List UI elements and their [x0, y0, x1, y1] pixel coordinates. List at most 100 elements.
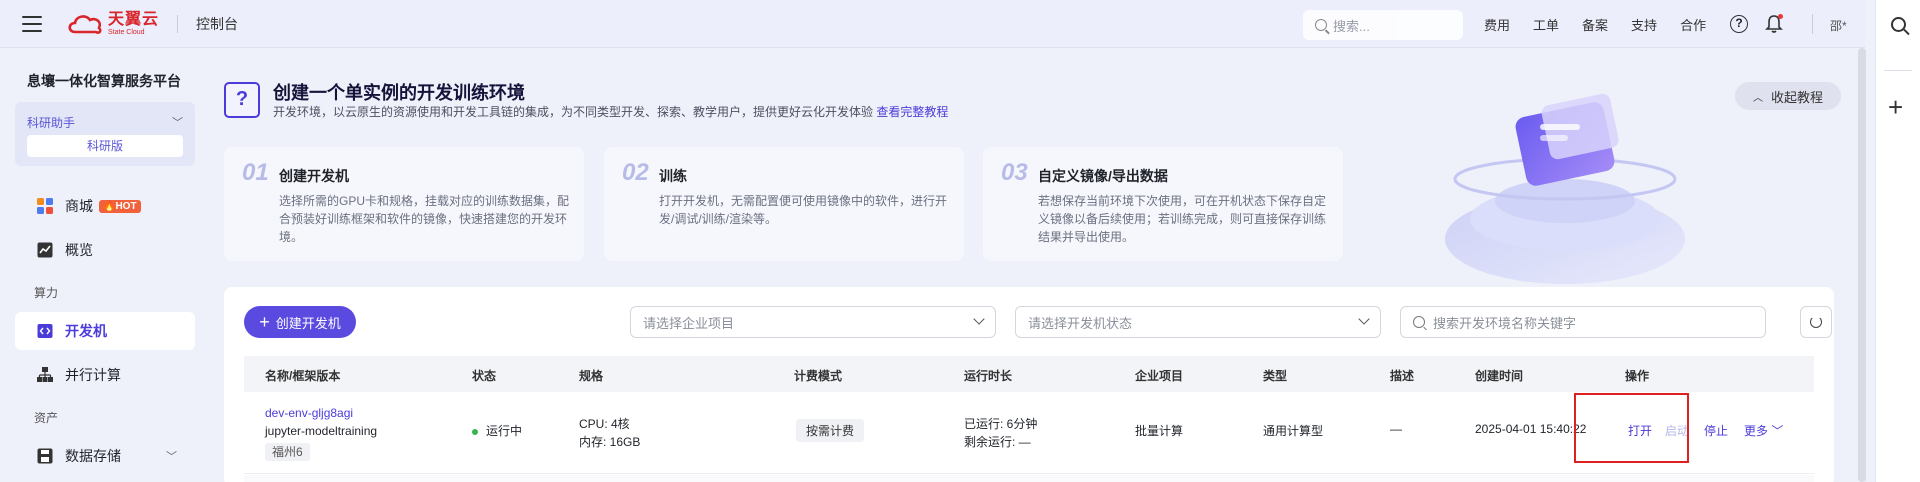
link-ticket[interactable]: 工单 [1533, 15, 1559, 34]
step-title: 自定义镜像/导出数据 [1038, 168, 1168, 184]
project-select[interactable]: 请选择企业项目 [630, 306, 996, 338]
brand-name-en: State Cloud [108, 28, 145, 36]
global-search-input[interactable]: 搜索... [1303, 10, 1463, 40]
top-links: 费用 工单 备案 支持 合作 [1484, 0, 1729, 48]
status-cell: 运行中 [472, 422, 522, 439]
tutorial-link[interactable]: 查看完整教程 [876, 105, 948, 119]
divider [177, 14, 179, 33]
open-button[interactable]: 打开 [1628, 422, 1652, 439]
right-rail: + [1875, 0, 1920, 482]
help-icon[interactable]: ? [1730, 15, 1748, 33]
column-header: 企业项目 [1135, 369, 1184, 383]
column-header: 状态 [472, 369, 497, 383]
sidebar-item-parallel-compute[interactable]: 并行计算 [15, 356, 195, 394]
store-icon [37, 198, 53, 214]
link-billing[interactable]: 费用 [1484, 15, 1510, 34]
divider [1884, 70, 1912, 71]
more-button[interactable]: 更多 ﹀ [1744, 422, 1783, 439]
chevron-down-icon: ﹀ [1771, 424, 1784, 438]
chart-icon [37, 242, 53, 258]
created-time-cell: 2025-04-01 15:40:22 [1475, 422, 1587, 436]
refresh-button[interactable] [1800, 306, 1832, 338]
code-icon [37, 324, 53, 338]
search-icon[interactable] [1891, 17, 1906, 32]
sidebar-item-data-storage[interactable]: 数据存储 ﹀ [15, 437, 195, 475]
table-row [244, 475, 1814, 482]
group-label-compute: 算力 [34, 286, 59, 300]
chevron-down-icon [973, 313, 985, 325]
divider [1812, 14, 1813, 34]
sidebar-item-label: 概览 [65, 242, 93, 258]
cluster-icon [37, 367, 53, 382]
status-select[interactable]: 请选择开发机状态 [1015, 306, 1381, 338]
sidebar-item-dev-machine[interactable]: 开发机 [15, 312, 195, 350]
cloud-logo-icon [68, 14, 102, 34]
link-partner[interactable]: 合作 [1680, 15, 1706, 34]
add-icon[interactable]: + [1888, 94, 1903, 120]
dev-machine-panel: + 创建开发机 请选择企业项目 请选择开发机状态 搜索开发环境名称关键字 名称/… [224, 287, 1834, 482]
project-cell: 批量计算 [1135, 424, 1184, 438]
step-title: 创建开发机 [279, 168, 349, 184]
step-number: 02 [622, 159, 649, 186]
step-description: 选择所需的GPU卡和规格，挂载对应的训练数据集，配合预装好训练框架和软件的镜像，… [279, 194, 570, 244]
sidebar-item-label: 商城 [65, 198, 93, 214]
assistant-selector[interactable]: 科研助手 ﹀ 科研版 [15, 102, 195, 166]
link-filing[interactable]: 备案 [1582, 15, 1608, 34]
platform-title: 息壤一体化智算服务平台 [27, 73, 181, 89]
stop-button[interactable]: 停止 [1704, 422, 1728, 439]
bell-icon[interactable] [1765, 14, 1783, 34]
hot-badge: 🔥HOT [99, 199, 141, 213]
search-placeholder: 搜索... [1333, 18, 1370, 34]
scrollbar[interactable] [1858, 48, 1866, 482]
chevron-up-icon: ︿ [1752, 92, 1763, 104]
billing-badge: 按需计费 [796, 419, 865, 442]
sidebar-item-overview[interactable]: 概览 [15, 231, 195, 269]
step-number: 03 [1001, 159, 1028, 186]
name-cell: dev-env-gljg8agi jupyter-modeltraining 福… [265, 404, 377, 461]
env-name-link[interactable]: dev-env-gljg8agi [265, 406, 353, 420]
hamburger-menu-icon[interactable] [22, 15, 42, 32]
sidebar-item-label: 数据存储 [65, 448, 121, 464]
sidebar-item-label: 开发机 [65, 323, 107, 339]
table-row: dev-env-gljg8agi jupyter-modeltraining 福… [244, 392, 1814, 474]
search-icon [1413, 316, 1425, 328]
group-label-assets: 资产 [34, 411, 59, 425]
search-icon [1315, 19, 1327, 31]
chevron-down-icon [1358, 313, 1370, 325]
link-support[interactable]: 支持 [1631, 15, 1657, 34]
step-card: 03 自定义镜像/导出数据 若想保存当前环境下次使用，可在开机状态下保存自定义镜… [983, 147, 1343, 261]
step-card: 02 训练 打开开发机，无需配置便可使用镜像中的软件，进行开发/调试/训练/渲染… [604, 147, 964, 261]
create-dev-machine-button[interactable]: + 创建开发机 [244, 306, 356, 338]
dev-environment-illustration-icon [1445, 93, 1685, 284]
column-header: 类型 [1263, 369, 1288, 383]
storage-icon [37, 448, 53, 464]
user-menu[interactable]: 邵* [1830, 17, 1847, 34]
spec-cell: CPU: 4核 内存: 16GB [579, 417, 641, 449]
sidebar-item-label: 并行计算 [65, 367, 121, 383]
table-header: 名称/框架版本 状态 规格 计费模式 运行时长 企业项目 类型 描述 创建时间 … [244, 356, 1814, 392]
sidebar: 息壤一体化智算服务平台 科研助手 ﹀ 科研版 商城 🔥HOT 概览 算力 开发机 [0, 49, 210, 482]
region-tag: 福州6 [265, 443, 310, 461]
step-title: 训练 [659, 168, 687, 184]
refresh-icon [1810, 316, 1822, 328]
brand-logo[interactable]: 天翼云 State Cloud [66, 11, 159, 36]
step-card: 01 创建开发机 选择所需的GPU卡和规格，挂载对应的训练数据集，配合预装好训练… [224, 147, 584, 261]
main-content: ? 创建一个单实例的开发训练环境 开发环境，以云原生的资源使用和开发工具链的集成… [210, 49, 1858, 482]
console-link[interactable]: 控制台 [196, 14, 238, 34]
column-header: 规格 [579, 369, 604, 383]
env-search-input[interactable]: 搜索开发环境名称关键字 [1400, 306, 1766, 338]
page-title: 创建一个单实例的开发训练环境 [273, 83, 525, 103]
framework-version: jupyter-modeltraining [265, 424, 378, 438]
assistant-edition[interactable]: 科研版 [27, 135, 183, 157]
plus-icon: + [259, 312, 270, 332]
description-cell: — [1390, 422, 1402, 436]
column-header: 计费模式 [794, 369, 843, 383]
column-header: 运行时长 [964, 369, 1013, 383]
banner-description: 开发环境，以云原生的资源使用和开发工具链的集成，为不同类型开发、探索、教学用户，… [273, 105, 949, 119]
step-description: 打开开发机，无需配置便可使用镜像中的软件，进行开发/调试/训练/渲染等。 [659, 194, 948, 226]
assistant-label: 科研助手 [27, 116, 76, 130]
status-dot-icon [472, 428, 478, 435]
start-button[interactable]: 启动 [1665, 422, 1689, 439]
sidebar-item-store[interactable]: 商城 🔥HOT [15, 187, 195, 225]
collapse-tutorial-button[interactable]: ︿ 收起教程 [1735, 82, 1841, 110]
